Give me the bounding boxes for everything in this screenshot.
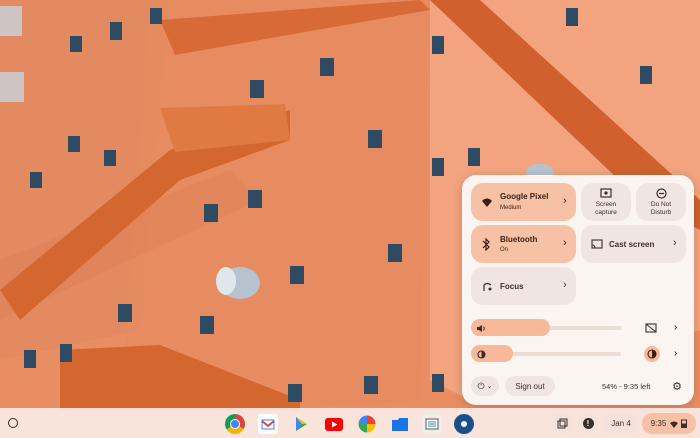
volume-icon <box>476 323 486 333</box>
chevron-down-icon: ⌄ <box>486 383 493 390</box>
chrome-icon[interactable] <box>225 414 245 434</box>
network-name: Google Pixel <box>500 192 549 201</box>
settings-app-icon[interactable] <box>454 414 474 434</box>
photos-icon[interactable] <box>358 415 376 433</box>
desktop: Google Pixel Medium › Screen capture Do … <box>0 0 700 438</box>
holding-space-icon <box>557 418 567 429</box>
holding-space-button[interactable] <box>552 413 572 434</box>
do-not-disturb-tile[interactable]: Do Not Disturb <box>636 183 686 221</box>
bluetooth-status: On <box>500 247 509 253</box>
notification-button[interactable]: ! <box>578 413 598 434</box>
info-icon: ! <box>582 418 594 429</box>
wifi-status-icon <box>670 421 679 428</box>
date-text: Jan 4 <box>611 419 631 428</box>
bluetooth-icon <box>481 237 491 251</box>
battery-icon <box>681 419 688 428</box>
chevron-right-icon[interactable]: › <box>673 238 677 249</box>
status-area[interactable]: 9:35 <box>642 413 696 434</box>
focus-tile[interactable]: Focus › <box>471 267 576 305</box>
screenshot-app-icon[interactable] <box>422 414 442 434</box>
screen-capture-label-1: Screen <box>595 201 617 208</box>
bluetooth-tile[interactable]: Bluetooth On › <box>471 225 576 263</box>
battery-status: 54% - 9:35 left <box>602 382 651 391</box>
do-not-disturb-icon <box>655 187 667 199</box>
audio-output-icon[interactable] <box>644 321 658 334</box>
clock-time: 9:35 <box>650 419 667 428</box>
dnd-label-2: Disturb <box>650 209 672 216</box>
chevron-right-icon[interactable]: › <box>563 238 567 249</box>
chevron-right-icon[interactable]: › <box>674 348 677 359</box>
power-button[interactable]: ⏻ ⌄ <box>471 376 499 396</box>
quick-settings-panel: Google Pixel Medium › Screen capture Do … <box>462 175 694 405</box>
date-button[interactable]: Jan 4 <box>604 413 638 434</box>
cast-title: Cast screen <box>609 240 655 249</box>
bluetooth-title: Bluetooth <box>500 235 538 244</box>
cast-tile[interactable]: Cast screen › <box>581 225 686 263</box>
wifi-icon <box>481 196 493 208</box>
youtube-icon[interactable] <box>324 414 344 434</box>
dnd-label-1: Do Not <box>650 201 672 208</box>
screen-capture-tile[interactable]: Screen capture <box>581 183 631 221</box>
gmail-icon[interactable] <box>258 414 278 434</box>
screen-capture-label-2: capture <box>595 209 617 216</box>
focus-title: Focus <box>500 282 524 291</box>
sign-out-button[interactable]: Sign out <box>505 376 555 396</box>
screen-capture-icon <box>600 188 612 198</box>
chevron-right-icon[interactable]: › <box>563 196 567 207</box>
power-icon: ⏻ <box>477 380 485 391</box>
settings-gear-icon[interactable]: ⚙ <box>669 378 685 394</box>
cast-icon <box>591 238 603 250</box>
chevron-right-icon[interactable]: › <box>674 322 677 333</box>
network-tile[interactable]: Google Pixel Medium › <box>471 183 576 221</box>
network-strength: Medium <box>500 205 522 211</box>
play-store-icon[interactable] <box>291 414 311 434</box>
dark-theme-icon[interactable] <box>644 346 660 362</box>
chevron-right-icon[interactable]: › <box>563 280 567 291</box>
brightness-icon <box>476 349 486 359</box>
launcher-button[interactable] <box>8 418 18 428</box>
focus-icon <box>481 280 493 292</box>
files-icon[interactable] <box>390 414 410 434</box>
